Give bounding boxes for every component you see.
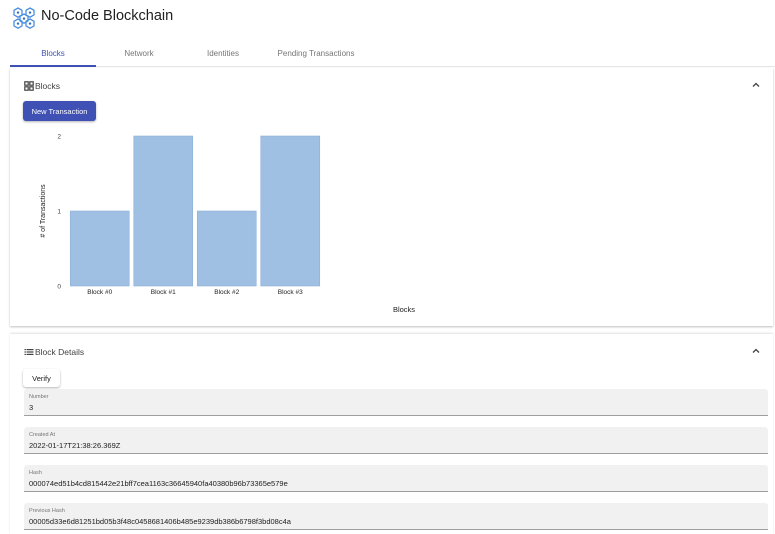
tab-network[interactable]: Network	[96, 40, 182, 67]
blocks-panel: Blocks New Transaction 0 1 2 Block #0 Block …	[10, 68, 773, 326]
created-at-field[interactable]: Created At 2022-01-17T21:38:26.369Z	[24, 427, 768, 454]
app-header: No-Code Blockchain	[0, 0, 775, 40]
y-tick-label: 2	[57, 134, 61, 141]
hash-field-value: 000074ed51b4cd815442e21bff7cea1163c36645…	[29, 479, 288, 488]
previous-hash-field[interactable]: Previous Hash 00005d33e6d81251bd05b3f48c…	[24, 503, 768, 530]
previous-hash-field-value: 00005d33e6d81251bd05b3f48c0458681406b485…	[29, 517, 291, 526]
bar	[133, 135, 194, 287]
new-transaction-button[interactable]: New Transaction	[23, 101, 96, 121]
x-tick-label: Block #0	[87, 289, 112, 296]
block-details-section-title: Block Details	[35, 347, 85, 357]
x-tick-label: Block #2	[214, 289, 239, 296]
blockchain-network-icon	[13, 7, 35, 29]
x-axis-label: Blocks	[393, 305, 415, 314]
number-field-label: Number	[29, 394, 49, 400]
hash-field-label: Hash	[29, 470, 42, 476]
bar	[196, 210, 257, 287]
app-title: No-Code Blockchain	[41, 8, 174, 24]
verify-button[interactable]: Verify	[23, 369, 60, 387]
tab-blocks[interactable]: Blocks	[10, 40, 96, 67]
created-at-field-value: 2022-01-17T21:38:26.369Z	[29, 441, 121, 450]
chevron-up-icon[interactable]	[751, 80, 761, 90]
created-at-field-label: Created At	[29, 432, 55, 438]
bar	[260, 135, 321, 287]
block-details-section-header[interactable]: Block Details	[24, 345, 84, 359]
y-tick-label: 0	[57, 284, 61, 291]
block-details-panel: Block Details Verify Number 3 Created At…	[10, 334, 773, 534]
y-axis-label: # of Transactions	[40, 184, 47, 238]
grid-view-icon	[24, 81, 34, 91]
transactions-bar-chart: 0 1 2 Block #0 Block #1 Block #2 Block #3 Block…	[40, 134, 415, 315]
tab-identities[interactable]: Identities	[180, 40, 266, 67]
y-tick-label: 1	[57, 209, 61, 216]
chevron-up-icon[interactable]	[751, 346, 761, 356]
tab-pending-transactions[interactable]: Pending Transactions	[268, 40, 364, 67]
main-tabs: Blocks Network Identities Pending Transa…	[10, 40, 775, 67]
x-tick-label: Block #1	[151, 289, 176, 296]
x-tick-label: Block #3	[278, 289, 303, 296]
previous-hash-field-label: Previous Hash	[29, 508, 65, 514]
blocks-section-header[interactable]: Blocks	[24, 79, 60, 93]
number-field[interactable]: Number 3	[24, 389, 768, 416]
number-field-value: 3	[29, 403, 34, 412]
bar	[69, 210, 130, 287]
list-icon	[24, 349, 34, 355]
hash-field[interactable]: Hash 000074ed51b4cd815442e21bff7cea1163c…	[24, 465, 768, 492]
blocks-section-title: Blocks	[35, 81, 61, 91]
